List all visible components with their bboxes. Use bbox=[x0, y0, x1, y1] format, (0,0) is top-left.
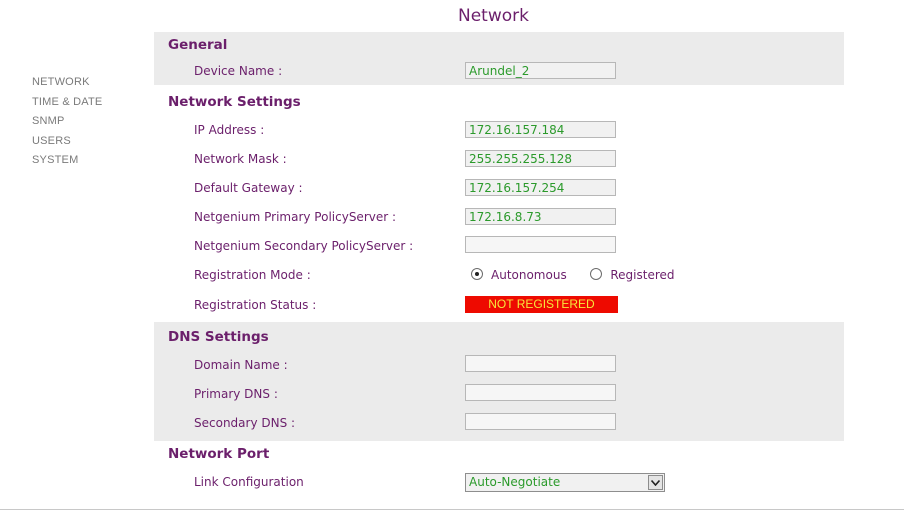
registration-mode-label: Registration Mode : bbox=[194, 268, 311, 282]
radio-registered[interactable] bbox=[590, 268, 603, 280]
default-gateway-label: Default Gateway : bbox=[194, 181, 303, 195]
device-name-field[interactable] bbox=[465, 62, 616, 79]
secondary-dns-label: Secondary DNS : bbox=[194, 416, 296, 430]
registration-status-label: Registration Status : bbox=[194, 298, 317, 312]
network-mask-field[interactable] bbox=[465, 150, 616, 167]
link-configuration-select[interactable]: Auto-Negotiate bbox=[465, 473, 665, 492]
radio-autonomous[interactable] bbox=[471, 268, 483, 280]
primary-policyserver-label: Netgenium Primary PolicyServer : bbox=[194, 210, 397, 224]
network-settings-header: Network Settings bbox=[168, 94, 301, 110]
network-settings-section: Network Settings IP Address : Network Ma… bbox=[154, 85, 844, 322]
network-port-section: Network Port Link Configuration Auto-Neg… bbox=[154, 441, 844, 501]
left-nav: NETWORK TIME & DATE SNMP USERS SYSTEM bbox=[32, 75, 102, 173]
default-gateway-field[interactable] bbox=[465, 179, 616, 196]
link-configuration-label: Link Configuration bbox=[194, 475, 304, 489]
primary-dns-field[interactable] bbox=[465, 384, 616, 401]
page-title: Network bbox=[458, 6, 529, 26]
domain-name-label: Domain Name : bbox=[194, 358, 288, 372]
primary-dns-label: Primary DNS : bbox=[194, 387, 278, 401]
registration-mode-group: Autonomous Registered bbox=[471, 268, 675, 282]
dns-settings-section: DNS Settings Domain Name : Primary DNS :… bbox=[154, 322, 844, 441]
network-port-header: Network Port bbox=[168, 446, 270, 462]
general-section: General Device Name : bbox=[154, 32, 844, 85]
link-configuration-value: Auto-Negotiate bbox=[469, 475, 561, 489]
nav-item-system[interactable]: SYSTEM bbox=[32, 153, 102, 173]
device-name-label: Device Name : bbox=[194, 64, 283, 78]
secondary-dns-field[interactable] bbox=[465, 413, 616, 430]
radio-autonomous-label: Autonomous bbox=[491, 268, 567, 282]
chevron-down-icon[interactable] bbox=[648, 475, 663, 490]
secondary-policyserver-label: Netgenium Secondary PolicyServer : bbox=[194, 239, 414, 253]
nav-item-snmp[interactable]: SNMP bbox=[32, 114, 102, 134]
general-header: General bbox=[168, 37, 228, 53]
radio-registered-label: Registered bbox=[610, 268, 675, 282]
domain-name-field[interactable] bbox=[465, 355, 616, 372]
registration-status-badge: NOT REGISTERED bbox=[465, 296, 618, 313]
nav-item-users[interactable]: USERS bbox=[32, 134, 102, 154]
nav-item-time-date[interactable]: TIME & DATE bbox=[32, 95, 102, 115]
ip-address-label: IP Address : bbox=[194, 123, 265, 137]
ip-address-field[interactable] bbox=[465, 121, 616, 138]
secondary-policyserver-field[interactable] bbox=[465, 236, 616, 253]
dns-settings-header: DNS Settings bbox=[168, 329, 269, 345]
nav-item-network[interactable]: NETWORK bbox=[32, 75, 102, 95]
network-mask-label: Network Mask : bbox=[194, 152, 287, 166]
primary-policyserver-field[interactable] bbox=[465, 208, 616, 225]
